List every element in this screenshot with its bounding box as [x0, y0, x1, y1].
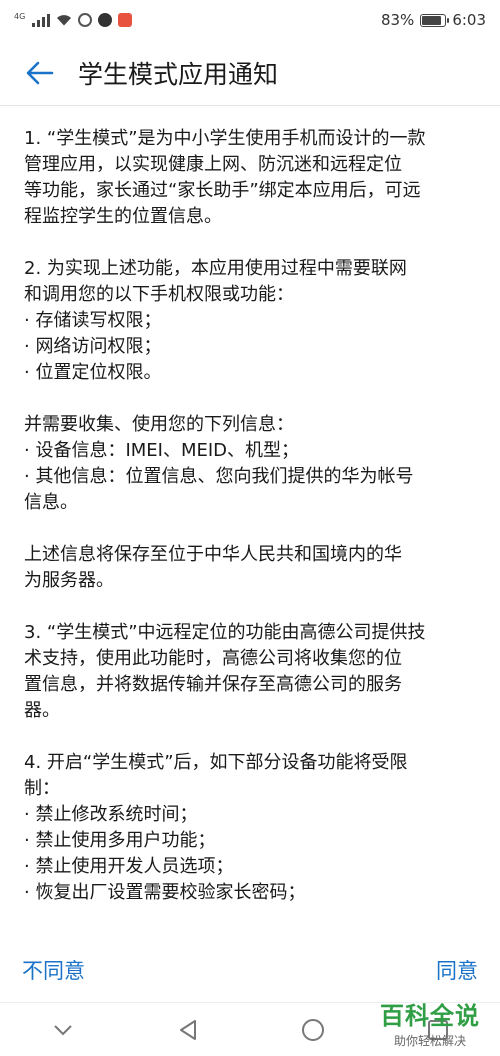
app-notification-icon — [78, 13, 93, 27]
app-red-icon — [118, 13, 133, 27]
notice-line: · 禁止使用多用户功能； — [24, 830, 216, 851]
notice-line: 器。 — [24, 700, 60, 721]
notice-line: · 存储读写权限； — [24, 310, 162, 331]
notice-paragraph: 3. “学生模式”中远程定位的功能由高德公司提供技 术支持，使用此功能时，高德公司… — [24, 620, 476, 724]
notice-line: 制： — [24, 778, 60, 799]
wifi-icon — [56, 14, 72, 26]
notice-paragraph: 1. “学生模式”是为中小学生使用手机而设计的一款 管理应用，以实现健康上网、防沉… — [24, 126, 476, 230]
clock: 6:03 — [452, 11, 486, 29]
notice-line: 为服务器。 — [24, 570, 114, 591]
battery-fill — [422, 15, 441, 25]
notice-line: · 其他信息：位置信息、您向我们提供的华为帐号 — [24, 466, 414, 487]
notice-line: 程监控学生的位置信息。 — [24, 206, 222, 227]
notice-line: 术支持，使用此功能时，高德公司将收集您的位 — [24, 648, 402, 669]
watermark-logo: 百科全说 助你轻松解决 — [370, 996, 490, 1049]
notice-line: · 禁止修改系统时间； — [24, 804, 198, 825]
notice-line: 1. “学生模式”是为中小学生使用手机而设计的一款 — [24, 128, 426, 149]
notice-paragraph: 4. 开启“学生模式”后，如下部分设备功能将受限 制： · 禁止修改系统时间； · 禁… — [24, 750, 476, 906]
notice-line: 4. 开启“学生模式”后，如下部分设备功能将受限 — [24, 752, 408, 773]
notice-line: · 设备信息：IMEI、MEID、机型； — [24, 440, 300, 461]
notice-line: 上述信息将保存至位于中华人民共和国境内的华 — [24, 544, 402, 565]
nav-home-button[interactable] — [293, 1010, 333, 1050]
status-right: 83% 6:03 — [381, 11, 486, 29]
notice-line: 等功能，家长通过“家长助手”绑定本应用后，可远 — [24, 180, 421, 201]
nav-hide-button[interactable] — [43, 1010, 83, 1050]
notice-line: 置信息，并将数据传输并保存至高德公司的服务 — [24, 674, 402, 695]
notice-line: 3. “学生模式”中远程定位的功能由高德公司提供技 — [24, 622, 426, 643]
notice-line: · 位置定位权限。 — [24, 362, 162, 383]
notice-content[interactable]: 1. “学生模式”是为中小学生使用手机而设计的一款 管理应用，以实现健康上网、防沉… — [24, 126, 476, 934]
status-bar: 4G 83% 6:03 — [0, 0, 500, 40]
network-type: 4G — [14, 11, 26, 21]
agree-button[interactable]: 同意 — [436, 955, 478, 985]
notice-paragraph: 并需要收集、使用您的下列信息： · 设备信息：IMEI、MEID、机型； · 其他信… — [24, 412, 476, 516]
battery-percent: 83% — [380, 11, 415, 29]
notice-line: · 恢复出厂设置需要校验家长密码； — [24, 882, 306, 903]
triangle-back-icon — [179, 1019, 196, 1040]
page-title: 学生模式应用通知 — [78, 59, 279, 89]
notice-line: 管理应用，以实现健康上网、防沉迷和远程定位 — [24, 154, 402, 175]
tiktok-icon — [98, 13, 113, 27]
watermark-sub: 助你轻松解决 — [393, 1034, 466, 1048]
status-left: 4G — [14, 11, 133, 27]
action-row: 不同意 同意 — [0, 948, 500, 992]
notice-paragraph: 2. 为实现上述功能，本应用使用过程中需要联网 和调用您的以下手机权限或功能： · … — [24, 256, 476, 386]
watermark-main: 百科全说 — [380, 1002, 480, 1030]
back-arrow-icon — [26, 61, 54, 84]
battery-icon — [420, 13, 450, 27]
notice-line: · 网络访问权限； — [24, 336, 162, 357]
nav-back-button[interactable] — [168, 1010, 208, 1050]
circle-home-icon — [301, 1018, 324, 1041]
disagree-button[interactable]: 不同意 — [22, 955, 85, 985]
app-header: 学生模式应用通知 — [0, 40, 500, 106]
notice-line: 信息。 — [24, 492, 78, 513]
notice-line: 和调用您的以下手机权限或功能： — [24, 284, 294, 305]
notice-line: 并需要收集、使用您的下列信息： — [24, 414, 294, 435]
signal-icon — [32, 13, 51, 27]
notice-line: 2. 为实现上述功能，本应用使用过程中需要联网 — [24, 258, 407, 279]
back-button[interactable] — [18, 51, 62, 95]
notice-line: · 禁止使用开发人员选项； — [24, 856, 234, 877]
chevron-down-icon — [53, 1024, 72, 1035]
notice-paragraph: 上述信息将保存至位于中华人民共和国境内的华 为服务器。 — [24, 542, 476, 594]
